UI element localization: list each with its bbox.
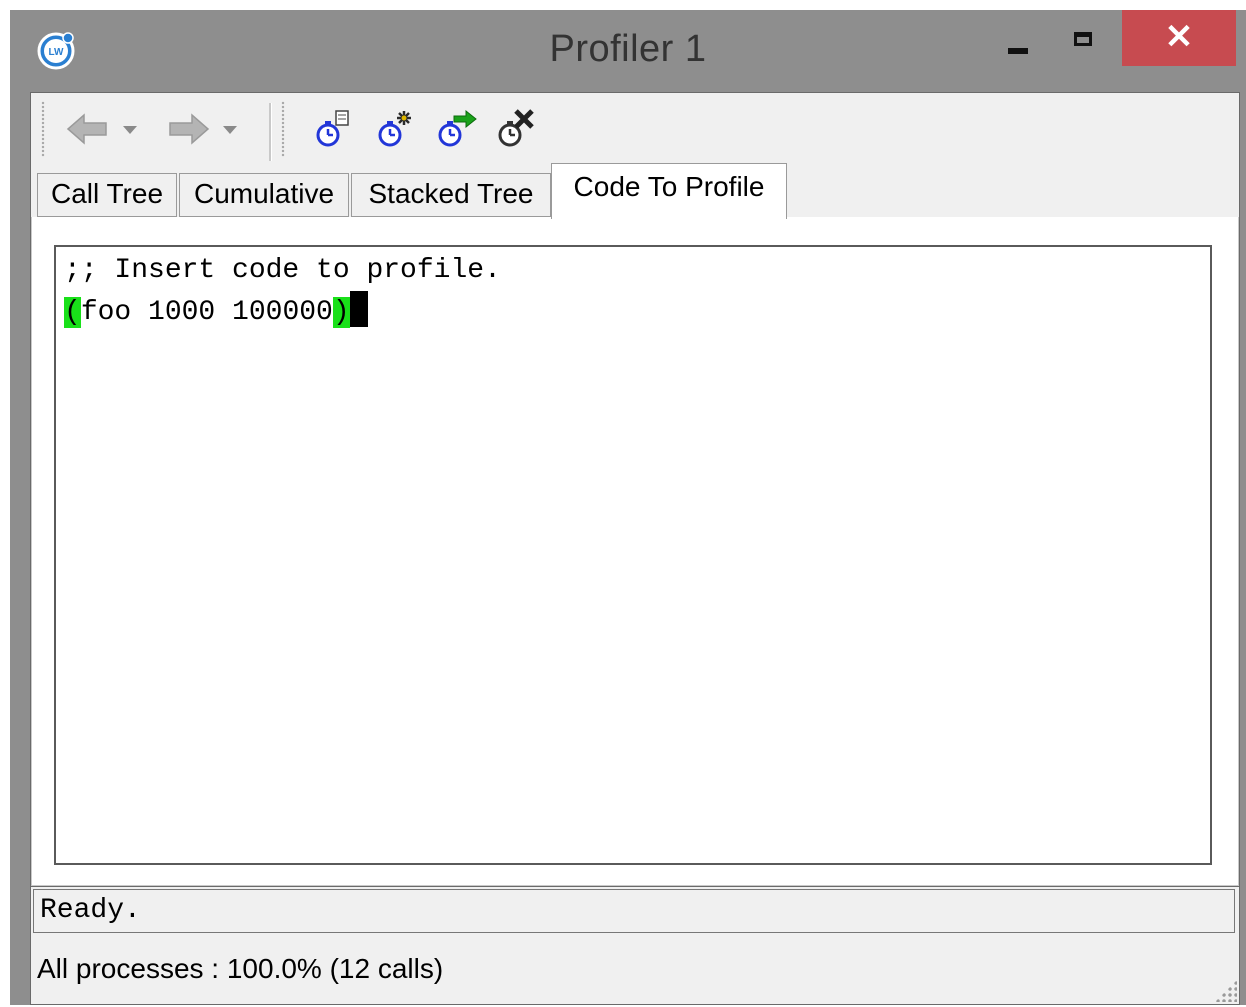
back-dropdown-icon[interactable] [123, 126, 137, 134]
open-paren-highlight: ( [64, 297, 81, 328]
code-comment-line: ;; Insert code to profile. [64, 255, 501, 286]
profile-settings-button[interactable] [309, 107, 359, 151]
toolbar-grip-2[interactable] [281, 101, 285, 157]
maximize-button[interactable] [1056, 10, 1112, 68]
profile-run-button[interactable] [431, 107, 481, 151]
profile-run-icon [438, 109, 477, 147]
title-bar[interactable]: LW Profiler 1 ✕ [10, 10, 1246, 92]
back-arrow-icon [66, 113, 107, 145]
resize-grip-icon[interactable] [1215, 980, 1237, 1002]
code-to-profile-panel: ;; Insert code to profile. (foo 1000 100… [31, 217, 1239, 886]
tab-cumulative[interactable]: Cumulative [179, 173, 349, 217]
close-button[interactable]: ✕ [1122, 10, 1236, 66]
profiler-window: LW Profiler 1 ✕ Call Tree Cumulative Sta… [10, 10, 1246, 1005]
code-expression-line: (foo 1000 100000) [64, 291, 1210, 331]
toolbar-separator [269, 103, 272, 161]
forward-dropdown-icon[interactable] [223, 126, 237, 134]
profile-start-button[interactable] [371, 107, 421, 151]
close-paren-highlight: ) [332, 297, 350, 328]
profile-settings-icon [316, 110, 349, 147]
process-info: All processes : 100.0% (12 calls) [37, 953, 444, 984]
tab-code-to-profile[interactable]: Code To Profile [551, 163, 787, 219]
minimize-icon [1008, 48, 1028, 54]
status-message: Ready. [33, 889, 1235, 933]
tab-strip: Call Tree Cumulative Stacked Tree Code T… [31, 163, 1239, 219]
code-expression-body: foo 1000 100000 [80, 297, 333, 328]
toolbar [31, 93, 1239, 163]
status-area: Ready. All processes : 100.0% (12 calls) [30, 886, 1240, 1005]
profile-clear-icon [498, 109, 534, 147]
code-editor[interactable]: ;; Insert code to profile. (foo 1000 100… [54, 245, 1212, 865]
client-area: Call Tree Cumulative Stacked Tree Code T… [30, 92, 1240, 887]
minimize-button[interactable] [990, 10, 1046, 68]
tab-stacked-tree[interactable]: Stacked Tree [351, 173, 551, 217]
tab-call-tree[interactable]: Call Tree [37, 173, 177, 217]
maximize-icon [1074, 32, 1092, 46]
toolbar-grip[interactable] [41, 101, 45, 157]
text-cursor [349, 291, 368, 327]
forward-arrow-icon [169, 113, 210, 145]
close-icon: ✕ [1164, 18, 1194, 56]
profile-start-icon [378, 111, 411, 147]
profile-clear-button[interactable] [491, 107, 541, 151]
forward-button[interactable] [161, 107, 215, 151]
back-button[interactable] [61, 107, 115, 151]
